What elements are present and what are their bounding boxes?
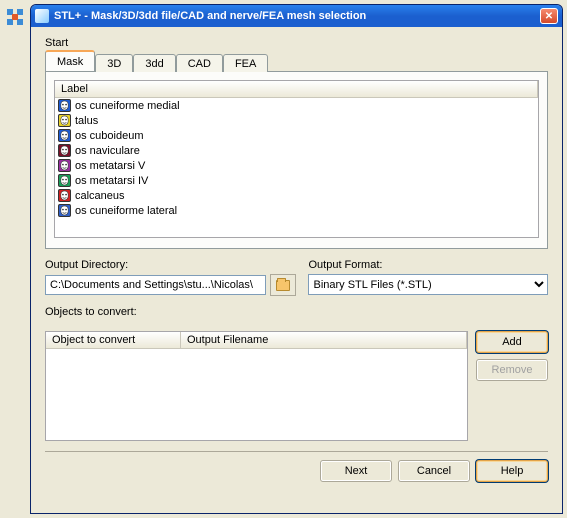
list-body[interactable]: os cuneiforme medial talus os cuboideum os … [55,98,538,237]
mask-icon [58,159,71,172]
mask-item-label: os cuboideum [75,130,144,142]
btn-label: Help [501,465,524,477]
objects-col-filename[interactable]: Output Filename [181,332,467,348]
mask-item-label: calcaneus [75,190,125,202]
window-icon [35,9,49,23]
list-item[interactable]: os cuneiforme lateral [55,203,538,218]
dialog-window: STL+ - Mask/3D/3dd file/CAD and nerve/FE… [30,4,563,514]
mask-item-label: os cuneiforme medial [75,100,180,112]
list-item[interactable]: os cuboideum [55,128,538,143]
output-dir-input[interactable] [45,275,266,295]
objects-section: Object to convert Output Filename Add Re… [45,331,548,441]
mask-item-label: talus [75,115,98,127]
tab-label: 3dd [145,58,163,70]
output-format-select[interactable]: Binary STL Files (*.STL) [308,274,548,295]
tab-fea[interactable]: FEA [223,54,268,72]
desktop-app-icon[interactable] [4,6,26,28]
objects-side-buttons: Add Remove [476,331,548,441]
tab-label: 3D [107,58,121,70]
mask-icon [58,189,71,202]
output-row: Output Directory: Output Format: Binary … [45,259,548,296]
list-item[interactable]: talus [55,113,538,128]
mask-item-label: os metatarsi IV [75,175,148,187]
mask-icon [58,129,71,142]
tab-mask[interactable]: Mask [45,50,95,71]
list-item[interactable]: os metatarsi V [55,158,538,173]
list-item[interactable]: calcaneus [55,188,538,203]
tab-3dd[interactable]: 3dd [133,54,175,72]
mask-item-label: os metatarsi V [75,160,145,172]
output-format-label: Output Format: [308,259,548,271]
output-dir-group: Output Directory: [45,259,296,296]
mask-icon [58,99,71,112]
remove-button: Remove [476,359,548,381]
next-button[interactable]: Next [320,460,392,482]
help-button[interactable]: Help [476,460,548,482]
mask-icon [58,114,71,127]
mask-icon [58,204,71,217]
titlebar: STL+ - Mask/3D/3dd file/CAD and nerve/FE… [31,5,562,27]
footer-buttons: Next Cancel Help [45,460,548,482]
close-icon: ✕ [545,11,553,22]
mask-item-label: os cuneiforme lateral [75,205,177,217]
btn-label: Cancel [417,465,451,477]
objects-body [46,349,467,440]
list-item[interactable]: os naviculare [55,143,538,158]
objects-col-object[interactable]: Object to convert [46,332,181,348]
list-item[interactable]: os metatarsi IV [55,173,538,188]
add-button[interactable]: Add [476,331,548,353]
divider [45,451,548,452]
dialog-body: Start Mask 3D 3dd CAD FEA Label os cunei… [31,27,562,513]
cancel-button[interactable]: Cancel [398,460,470,482]
output-dir-label: Output Directory: [45,259,296,271]
btn-label: Add [502,336,522,348]
list-header: Label [55,81,538,98]
output-format-group: Output Format: Binary STL Files (*.STL) [308,259,548,296]
objects-header: Object to convert Output Filename [46,332,467,349]
tab-label: CAD [188,58,211,70]
list-item[interactable]: os cuneiforme medial [55,98,538,113]
mask-item-label: os naviculare [75,145,140,157]
tab-label: Mask [57,56,83,68]
tab-label: FEA [235,58,256,70]
mask-listview: Label os cuneiforme medial talus os cuboid… [54,80,539,238]
tabstrip: Mask 3D 3dd CAD FEA [45,51,548,71]
objects-table[interactable]: Object to convert Output Filename [45,331,468,441]
tab-cad[interactable]: CAD [176,54,223,72]
folder-icon [276,280,290,291]
start-label: Start [45,37,548,49]
tab-panel-mask: Label os cuneiforme medial talus os cuboid… [45,71,548,249]
btn-label: Next [345,465,368,477]
browse-button[interactable] [270,274,296,296]
close-button[interactable]: ✕ [540,8,558,24]
list-header-label[interactable]: Label [55,81,538,97]
mask-icon [58,144,71,157]
objects-label: Objects to convert: [45,306,548,318]
window-title: STL+ - Mask/3D/3dd file/CAD and nerve/FE… [54,10,540,22]
tab-3d[interactable]: 3D [95,54,133,72]
mask-icon [58,174,71,187]
btn-label: Remove [492,364,533,376]
